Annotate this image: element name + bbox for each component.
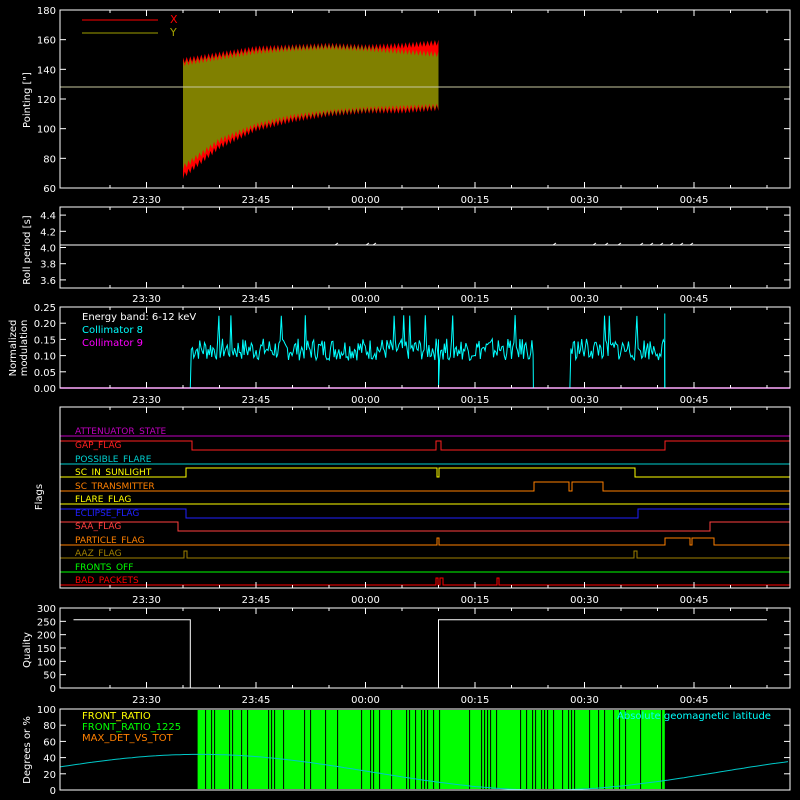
x-tick-label: 00:15 xyxy=(461,395,490,406)
x-tick-label: 00:45 xyxy=(680,294,709,305)
x-tick-label: 00:30 xyxy=(570,294,599,305)
x-tick-label: 23:30 xyxy=(132,195,161,206)
y-tick-label: 100 xyxy=(37,657,56,668)
x-tick-label: 23:45 xyxy=(242,395,271,406)
modulation-ylabel-line1: Normalized xyxy=(8,320,19,377)
quality-ylabel: Quality xyxy=(22,632,33,668)
y-tick-label: 60 xyxy=(43,184,56,195)
x-tick-label: 23:45 xyxy=(242,294,271,305)
x-tick-label: 00:30 xyxy=(570,695,599,706)
y-tick-label: 3.8 xyxy=(40,260,56,271)
x-tick-label: 23:30 xyxy=(132,395,161,406)
x-tick-label: 23:45 xyxy=(242,595,271,606)
y-tick-label: 0.10 xyxy=(34,352,56,363)
y-tick-label: 40 xyxy=(43,754,56,765)
legend-front-ratio-1225: FRONT_RATIO_1225 xyxy=(82,722,181,733)
x-tick-label: 00:15 xyxy=(461,595,490,606)
x-tick-label: 00:45 xyxy=(680,695,709,706)
y-tick-label: 180 xyxy=(37,6,56,17)
latitude-label: Absolute geomagnetic latitude xyxy=(617,711,771,722)
x-tick-label: 00:45 xyxy=(680,195,709,206)
y-tick-label: 0 xyxy=(50,684,56,695)
x-tick-label: 00:00 xyxy=(351,695,380,706)
x-tick-label: 00:15 xyxy=(461,195,490,206)
legend-x-label: X xyxy=(170,13,178,26)
y-tick-label: 60 xyxy=(43,737,56,748)
x-tick-label: 00:30 xyxy=(570,595,599,606)
y-tick-label: 0.20 xyxy=(34,319,56,330)
legend-front-ratio: FRONT_RATIO xyxy=(82,711,151,722)
y-tick-label: 150 xyxy=(37,644,56,655)
x-tick-label: 00:45 xyxy=(680,395,709,406)
y-tick-label: 0.25 xyxy=(34,303,56,314)
y-tick-label: 3.6 xyxy=(40,276,56,287)
y-tick-label: 80 xyxy=(43,154,56,165)
x-tick-label: 00:00 xyxy=(351,195,380,206)
y-tick-label: 120 xyxy=(37,95,56,106)
x-tick-label: 00:00 xyxy=(351,595,380,606)
flags-ylabel: Flags xyxy=(34,484,45,510)
x-tick-label: 23:45 xyxy=(242,695,271,706)
y-tick-label: 100 xyxy=(37,125,56,136)
flag-label: GAP_FLAG xyxy=(75,441,121,451)
y-tick-label: 20 xyxy=(43,770,56,781)
flag-label: ECLIPSE_FLAG xyxy=(75,509,139,519)
y-tick-label: 0.00 xyxy=(34,384,56,395)
y-tick-label: 140 xyxy=(37,65,56,76)
y-tick-label: 0 xyxy=(50,786,56,797)
y-tick-label: 4.0 xyxy=(40,244,56,255)
modulation-ylabel-line2: modulation xyxy=(19,320,30,377)
x-tick-label: 00:30 xyxy=(570,195,599,206)
y-tick-label: 80 xyxy=(43,721,56,732)
pointing-ylabel: Pointing ["] xyxy=(22,72,33,128)
legend-y-label: Y xyxy=(169,26,177,39)
legend-max-det: MAX_DET_VS_TOT xyxy=(82,733,174,744)
y-tick-label: 100 xyxy=(37,705,56,716)
x-tick-label: 00:30 xyxy=(570,395,599,406)
roll-period-ylabel: Roll period [s] xyxy=(22,215,33,284)
y-tick-label: 4.4 xyxy=(40,211,56,222)
y-tick-label: 0.05 xyxy=(34,368,56,379)
x-tick-label: 23:30 xyxy=(132,294,161,305)
y-tick-label: 300 xyxy=(37,604,56,615)
x-tick-label: 23:30 xyxy=(132,695,161,706)
energy-band-label: Energy band: 6-12 keV xyxy=(82,312,196,323)
x-tick-label: 00:00 xyxy=(351,294,380,305)
x-tick-label: 23:30 xyxy=(132,595,161,606)
x-tick-label: 00:45 xyxy=(680,595,709,606)
y-tick-label: 4.2 xyxy=(40,227,56,238)
x-tick-label: 00:15 xyxy=(461,294,490,305)
chart-canvas: 60 80 100 120 140 160 180 23:30 23:45 00:00 00:15… xyxy=(0,0,800,800)
flag-label: SAA_FLAG xyxy=(75,522,121,532)
y-tick-label: 50 xyxy=(43,671,56,682)
x-tick-label: 00:15 xyxy=(461,695,490,706)
front-ratio-1225-bars xyxy=(197,710,665,789)
y-tick-label: 200 xyxy=(37,631,56,642)
ratio-ylabel: Degrees or % xyxy=(22,716,33,784)
legend-collimator9: Collimator 9 xyxy=(82,338,143,349)
legend-collimator8: Collimator 8 xyxy=(82,325,143,336)
y-tick-label: 250 xyxy=(37,617,56,628)
x-tick-label: 23:45 xyxy=(242,195,271,206)
y-tick-label: 0.15 xyxy=(34,335,56,346)
y-tick-label: 160 xyxy=(37,36,56,47)
x-tick-label: 00:00 xyxy=(351,395,380,406)
